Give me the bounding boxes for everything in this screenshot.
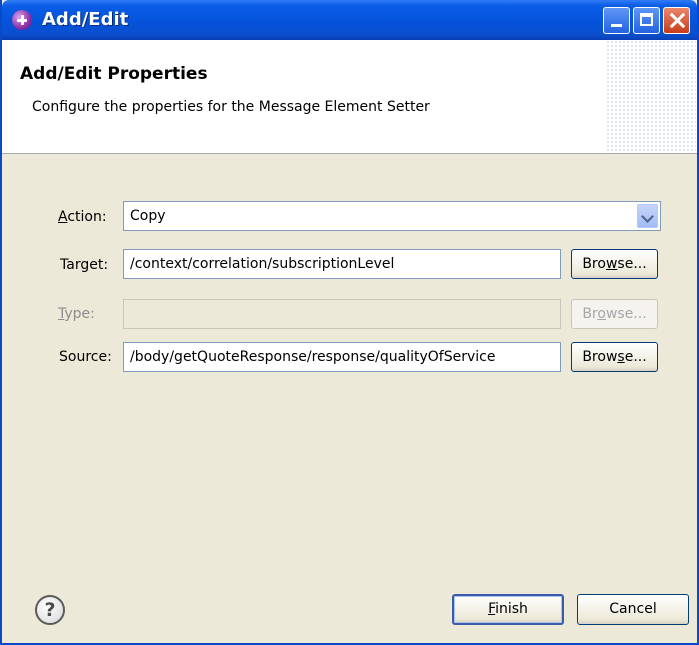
action-selected-value: Copy [130,208,166,224]
source-browse-button[interactable]: Browse... [571,342,658,372]
target-browse-button[interactable]: Browse... [571,249,658,279]
source-label: Source: [59,349,112,365]
minimize-icon [611,24,622,27]
type-input[interactable] [123,299,561,329]
maximize-button[interactable] [633,7,660,34]
target-label: Target: [60,257,109,273]
action-label: Action: [58,209,107,225]
dialog-header: Add/Edit Properties Configure the proper… [2,40,697,154]
target-input[interactable]: /context/correlation/subscriptionLevel [123,249,561,279]
maximize-icon [640,13,653,26]
close-button[interactable] [663,7,690,34]
question-mark-icon: ? [44,599,56,621]
header-description: Configure the properties for the Message… [32,99,430,115]
app-icon [12,10,32,30]
cancel-button[interactable]: Cancel [577,594,689,625]
window-title: Add/Edit [42,9,129,30]
type-browse-button[interactable]: Browse... [571,299,658,329]
add-edit-dialog: Add/Edit Add/Edit Properties Configure t… [0,0,699,645]
title-bar[interactable]: Add/Edit [2,0,697,40]
type-label: Type: [58,306,95,322]
header-title: Add/Edit Properties [20,64,208,84]
chevron-down-icon[interactable] [637,204,658,228]
finish-button[interactable]: Finish [452,594,564,625]
source-input[interactable]: /body/getQuoteResponse/response/qualityO… [123,342,561,372]
action-dropdown[interactable]: Copy [123,201,661,231]
minimize-button[interactable] [603,7,630,34]
header-decoration [606,40,696,153]
help-button[interactable]: ? [35,595,65,625]
